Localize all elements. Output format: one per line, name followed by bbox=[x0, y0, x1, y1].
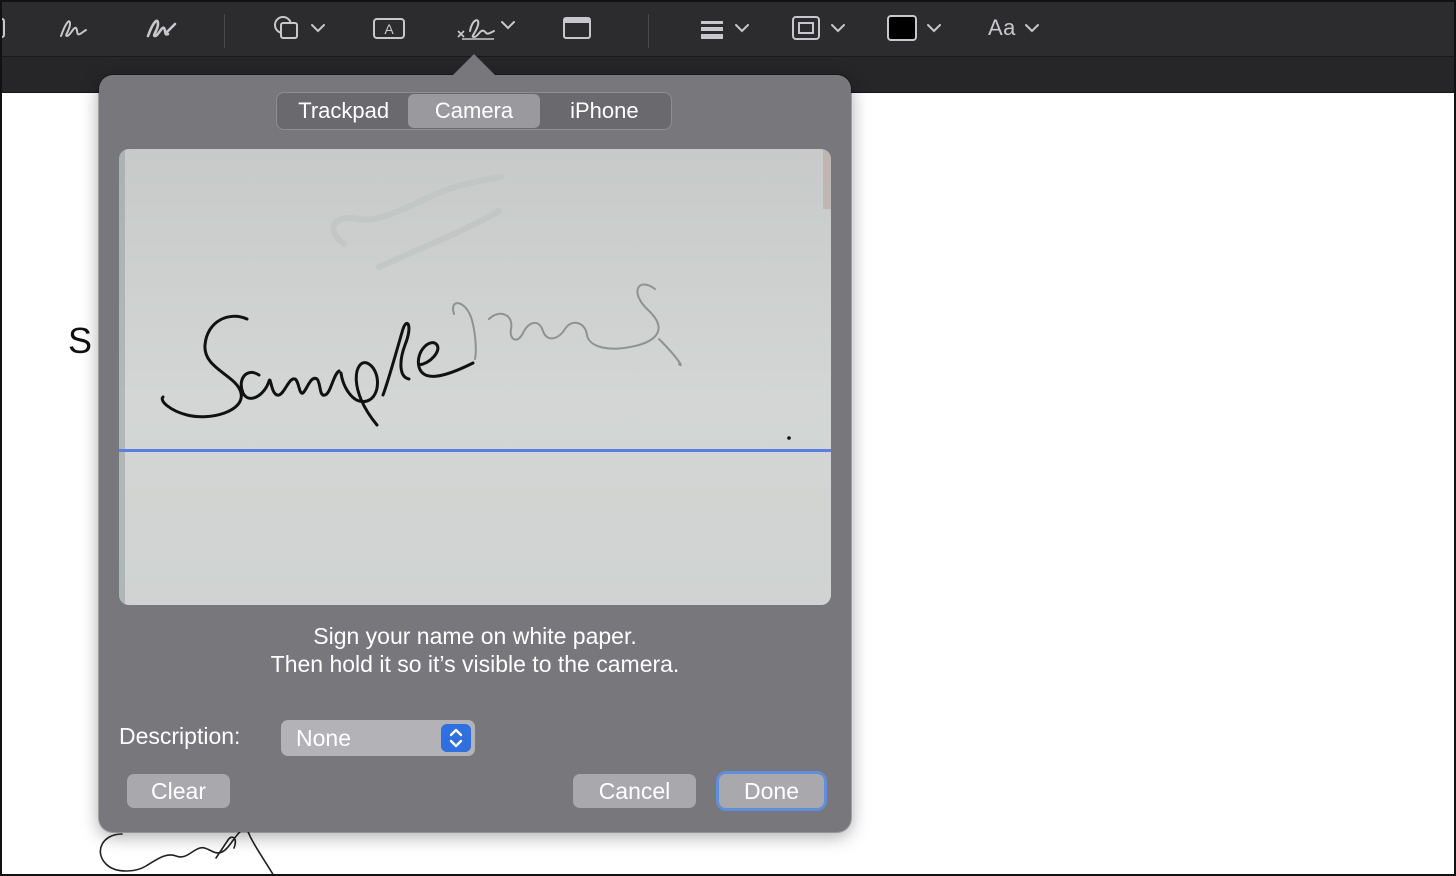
sketch-icon[interactable] bbox=[58, 12, 88, 44]
cancel-button[interactable]: Cancel bbox=[573, 774, 696, 808]
text-style-label: Aa bbox=[988, 15, 1016, 40]
instructions-line-1: Sign your name on white paper. bbox=[313, 623, 637, 649]
text-box-icon[interactable]: A bbox=[372, 12, 406, 44]
instructions-line-2: Then hold it so it’s visible to the came… bbox=[270, 651, 680, 677]
svg-text:A: A bbox=[384, 21, 394, 37]
chevron-up-down-icon bbox=[441, 724, 471, 752]
sign-icon[interactable] bbox=[456, 12, 518, 44]
shapes-icon[interactable] bbox=[272, 12, 328, 44]
note-icon[interactable] bbox=[562, 12, 592, 44]
tab-iphone[interactable]: iPhone bbox=[540, 94, 669, 128]
fill-color-icon[interactable] bbox=[886, 12, 946, 44]
tab-trackpad[interactable]: Trackpad bbox=[279, 94, 408, 128]
text-style-button[interactable]: Aa bbox=[988, 12, 1044, 44]
description-value: None bbox=[296, 724, 351, 751]
toolbar-separator bbox=[648, 14, 649, 48]
document-signature-image bbox=[99, 826, 275, 876]
camera-instructions: Sign your name on white paper. Then hold… bbox=[99, 622, 851, 678]
description-label: Description: bbox=[119, 723, 241, 749]
camera-preview-image bbox=[119, 149, 831, 605]
description-select[interactable]: None bbox=[281, 720, 475, 756]
toolbar-separator bbox=[224, 14, 225, 48]
document-text: S bbox=[68, 320, 93, 361]
camera-preview bbox=[119, 149, 831, 605]
done-button[interactable]: Done bbox=[719, 774, 824, 808]
draw-icon[interactable] bbox=[145, 12, 177, 44]
tab-camera[interactable]: Camera bbox=[408, 94, 540, 128]
clear-button[interactable]: Clear bbox=[127, 774, 230, 808]
border-color-icon[interactable] bbox=[790, 12, 850, 44]
markup-toolbar: A Aa bbox=[0, 0, 1456, 57]
popover-arrow bbox=[452, 54, 496, 76]
signature-source-tabs: Trackpad Camera iPhone bbox=[276, 92, 672, 130]
signature-popover: Trackpad Camera iPhone Sign your name on… bbox=[99, 75, 851, 832]
edge-tool-icon[interactable] bbox=[0, 12, 8, 44]
line-style-icon[interactable] bbox=[698, 12, 752, 44]
